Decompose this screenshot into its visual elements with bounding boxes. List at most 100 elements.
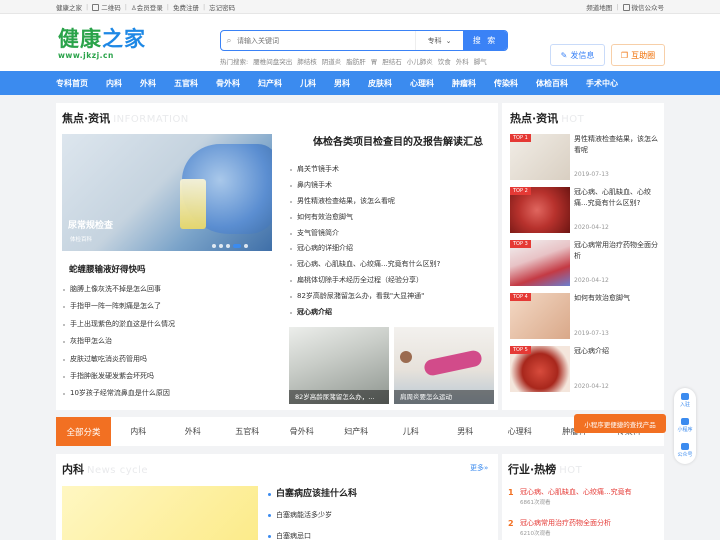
- list-item[interactable]: 冠心病、心肌缺血、心绞痛...究竟有什么区别?: [290, 257, 440, 273]
- list-item[interactable]: 82岁高龄尿潴留怎么办，看我"大显神通": [290, 289, 440, 305]
- list-item[interactable]: 冠心病的详细介绍: [290, 241, 440, 257]
- more-link[interactable]: 更多»: [470, 463, 488, 473]
- nav-item[interactable]: 心理科: [401, 78, 443, 89]
- ranking-item[interactable]: 1 冠心病、心肌缺血、心绞痛...究竟有 6861次观看: [508, 487, 632, 518]
- wechat-link[interactable]: 微信公众号: [622, 2, 664, 12]
- image-card[interactable]: 肩周炎要怎么运动: [394, 327, 494, 404]
- list-item[interactable]: 皮肤过敏吃消炎药管用吗: [63, 351, 175, 368]
- hot-term[interactable]: 脂肪肝: [346, 56, 366, 66]
- list-item[interactable]: 鼻内镜手术: [290, 178, 440, 194]
- join-icon: [681, 393, 689, 400]
- list-item[interactable]: 肩关节镜手术: [290, 162, 440, 178]
- carousel-dot[interactable]: [212, 244, 216, 248]
- hot-term[interactable]: 肺结核: [297, 56, 317, 66]
- carousel-dot[interactable]: [219, 244, 223, 248]
- section-title-text: 内科: [62, 463, 84, 476]
- list-item[interactable]: 男性精液检查结果，该怎么看呢: [290, 194, 440, 210]
- nav-item[interactable]: 皮肤科: [359, 78, 401, 89]
- carousel-dot-active[interactable]: [233, 244, 241, 248]
- hot-term[interactable]: 阴道炎: [322, 56, 342, 66]
- list-item[interactable]: 白塞病忌口: [268, 526, 357, 540]
- category-tab[interactable]: 骨外科: [275, 426, 330, 437]
- hot-term[interactable]: 饮食: [438, 56, 451, 66]
- nav-item[interactable]: 体检百科: [527, 78, 577, 89]
- hot-term[interactable]: 脚气: [474, 56, 487, 66]
- hot-news-item[interactable]: TOP 1 男性精液检查结果，该怎么看呢 2019-07-13: [510, 134, 660, 180]
- category-tab[interactable]: 内科: [111, 426, 166, 437]
- nav-item[interactable]: 传染科: [485, 78, 527, 89]
- home-link[interactable]: 健康之家: [56, 2, 82, 12]
- hot-term[interactable]: 小儿肺炎: [407, 56, 433, 66]
- ranking-item[interactable]: 2 冠心病常用治疗药物全面分析 6210次观看: [508, 518, 632, 540]
- list-item[interactable]: 白塞病能活多少岁: [268, 505, 357, 526]
- nav-item[interactable]: 专科首页: [56, 78, 97, 89]
- list-item[interactable]: 10岁孩子经常流鼻血是什么原因: [63, 385, 175, 402]
- category-tab[interactable]: 外科: [166, 426, 221, 437]
- category-tab[interactable]: 妇产科: [329, 426, 384, 437]
- mini-program-tip[interactable]: 小程序更便捷的查找产品: [574, 414, 666, 433]
- post-info-button[interactable]: ✎ 发信息: [550, 44, 605, 66]
- section-title: 焦点·资讯 INFORMATION: [62, 110, 189, 126]
- right-headline[interactable]: 体检各类项目检查目的及报告解读汇总: [298, 133, 498, 148]
- hot-news-item[interactable]: TOP 2 冠心病、心肌缺血、心绞痛...究竟有什么区别? 2020-04-12: [510, 187, 660, 233]
- search-input[interactable]: [237, 31, 415, 50]
- join-button[interactable]: 入驻: [674, 388, 696, 413]
- search-icon: ⌕: [226, 35, 232, 46]
- list-item[interactable]: 手上出现紫色的淤血这是什么情况: [63, 316, 175, 333]
- list-item[interactable]: 灰指甲怎么治: [63, 333, 175, 350]
- main-nav: 专科首页 内科 外科 五官科 骨外科 妇产科 儿科 男科 皮肤科 心理科 肿瘤科…: [0, 71, 720, 95]
- section-title-text: 行业·热榜: [508, 463, 557, 476]
- search-category-value: 专科: [427, 36, 442, 45]
- login-link[interactable]: ♙会员登录: [131, 2, 163, 12]
- help-circle-button[interactable]: ❐ 互助圈: [611, 44, 665, 66]
- site-map-link[interactable]: 频道地图: [586, 2, 612, 12]
- nav-item[interactable]: 骨外科: [207, 78, 249, 89]
- carousel[interactable]: 尿常规检查 体检百科: [62, 134, 272, 251]
- hot-news-item[interactable]: TOP 5 冠心病介绍 2020-04-12: [510, 346, 660, 392]
- mini-program-button[interactable]: 小程序: [674, 413, 696, 438]
- list-item-featured[interactable]: 冠心病介绍: [290, 305, 440, 321]
- site-logo[interactable]: 健康之家 www.jkzj.cn: [58, 28, 146, 61]
- hot-news-item[interactable]: TOP 4 如何有效治愈脚气 2019-07-13: [510, 293, 660, 339]
- nav-item[interactable]: 内科: [97, 78, 131, 89]
- all-categories-tab[interactable]: 全部分类: [56, 417, 111, 446]
- search-button[interactable]: 搜 索: [463, 31, 507, 50]
- category-bar: 全部分类 内科 外科 五官科 骨外科 妇产科 儿科 男科 心理科 肿瘤科 传染科: [56, 417, 664, 446]
- hot-term[interactable]: 胆结石: [382, 56, 402, 66]
- nav-item[interactable]: 手术中心: [577, 78, 627, 89]
- official-account-button[interactable]: 公众号: [674, 438, 696, 463]
- list-item[interactable]: 脑膊上像灰洗不掉是怎么回事: [63, 281, 175, 298]
- search-category-select[interactable]: 专科 ⌄: [415, 31, 463, 50]
- list-item[interactable]: 如何有效治愈脚气: [290, 210, 440, 226]
- hot-term[interactable]: 胃: [371, 56, 378, 66]
- list-item[interactable]: 支气管镜简介: [290, 226, 440, 242]
- qrcode-link[interactable]: 二维码: [92, 2, 121, 12]
- carousel-dot[interactable]: [244, 244, 248, 248]
- nav-item[interactable]: 外科: [131, 78, 165, 89]
- list-item-featured[interactable]: 白塞病应该挂什么科: [268, 484, 357, 505]
- forgot-password-link[interactable]: 忘记密码: [209, 2, 235, 12]
- left-headline[interactable]: 蛇缠腰输液好得快吗: [69, 263, 146, 275]
- focus-panel: 焦点·资讯 INFORMATION 尿常规检查 体检百科 蛇缠腰输液好得快吗 脑膊…: [56, 103, 498, 410]
- carousel-dot[interactable]: [226, 244, 230, 248]
- image-card[interactable]: 82岁高龄尿潴留怎么办，...: [289, 327, 389, 404]
- category-tab[interactable]: 儿科: [384, 426, 439, 437]
- nav-item[interactable]: 肿瘤科: [443, 78, 485, 89]
- category-tab[interactable]: 男科: [438, 426, 493, 437]
- nav-item[interactable]: 男科: [325, 78, 359, 89]
- hot-term[interactable]: 腰椎间盘突出: [253, 56, 292, 66]
- nav-item[interactable]: 儿科: [291, 78, 325, 89]
- register-link[interactable]: 免费注册: [173, 2, 199, 12]
- hot-term[interactable]: 外科: [456, 56, 469, 66]
- nav-item[interactable]: 五官科: [165, 78, 207, 89]
- category-tab[interactable]: 心理科: [493, 426, 548, 437]
- category-tab[interactable]: 五官科: [220, 426, 275, 437]
- list-item[interactable]: 扁桃体切除手术经历全过程（经验分享）: [290, 273, 440, 289]
- hot-news-date: 2019-07-13: [574, 330, 609, 337]
- nav-item[interactable]: 妇产科: [249, 78, 291, 89]
- list-item[interactable]: 手指甲一阵一阵刺痛是怎么了: [63, 298, 175, 315]
- hot-news-title: 如何有效治愈脚气: [574, 294, 630, 302]
- list-item[interactable]: 手指肿胀发硬发紫会坏死吗: [63, 368, 175, 385]
- hot-news-item[interactable]: TOP 3 冠心病常用治疗药物全面分析 2020-04-12: [510, 240, 660, 286]
- feature-image[interactable]: [62, 486, 258, 540]
